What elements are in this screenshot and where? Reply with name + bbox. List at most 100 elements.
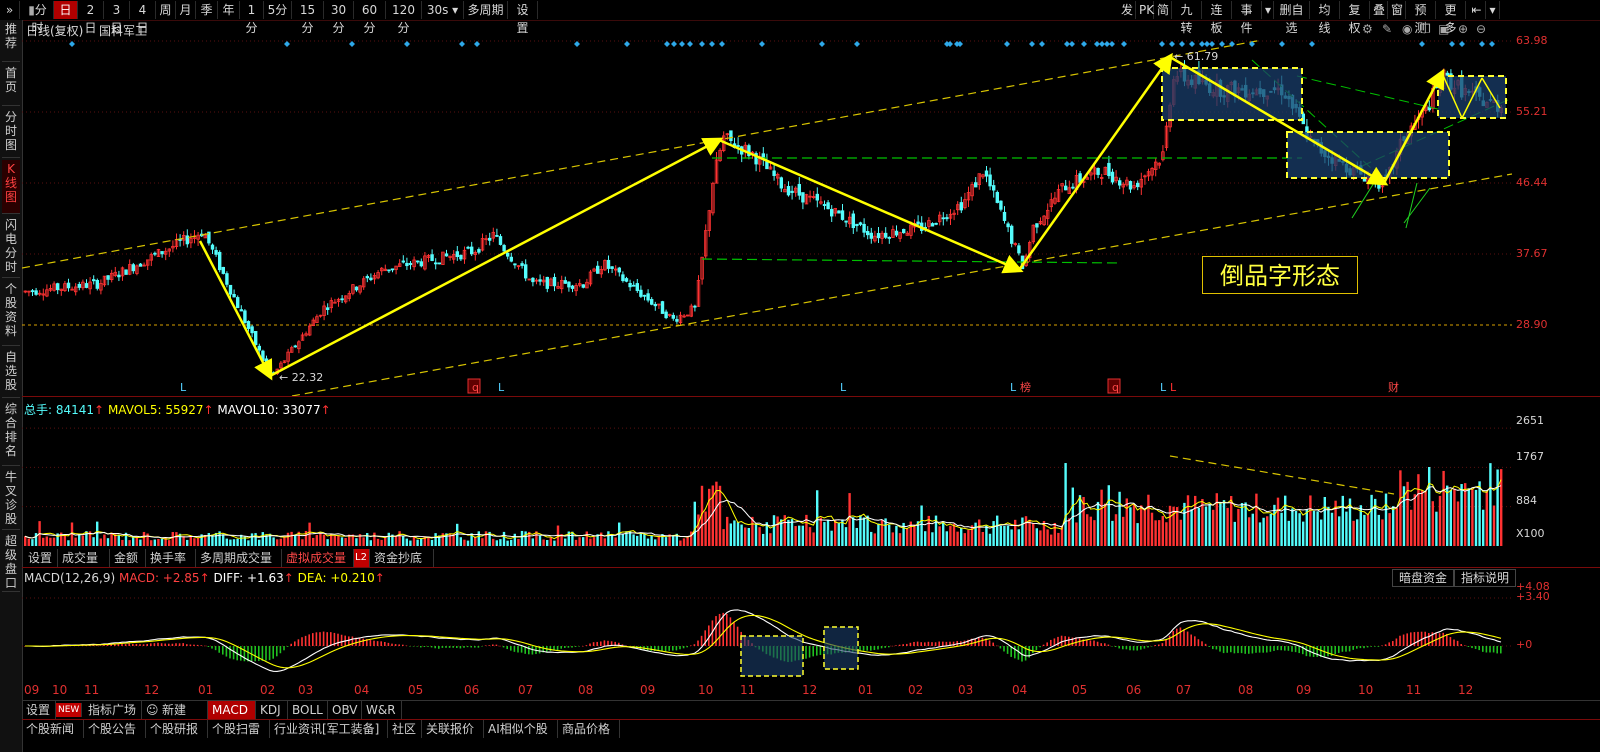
bottom-link[interactable]: 社区 bbox=[388, 720, 422, 738]
toolbar-item[interactable]: 3日 bbox=[104, 1, 130, 35]
zoom-in-icon[interactable]: ⊕ bbox=[1458, 22, 1468, 36]
toolbar-item-right[interactable]: 删自选 bbox=[1274, 1, 1310, 35]
event-marker[interactable]: q bbox=[1112, 381, 1119, 394]
copy-icon[interactable]: ❐ bbox=[1420, 22, 1431, 36]
toolbar-item[interactable]: 30s ▾ bbox=[422, 1, 464, 19]
macd-bar bbox=[682, 646, 685, 649]
toolbar-item[interactable]: 多周期 bbox=[464, 1, 508, 19]
bottom-link[interactable]: 个股公告 bbox=[84, 720, 146, 738]
toolbar-item-right[interactable]: 连板 bbox=[1202, 1, 1232, 35]
eye-icon[interactable]: ◉ bbox=[1402, 22, 1412, 36]
event-marker[interactable]: L bbox=[498, 381, 505, 394]
sidebar-item[interactable]: 分时图 bbox=[2, 108, 20, 158]
volume-tab[interactable]: 虚拟成交量 bbox=[282, 549, 354, 567]
dropdown-arrow-icon[interactable]: ▾ bbox=[1262, 1, 1274, 19]
event-marker[interactable]: L bbox=[1010, 381, 1017, 394]
window-icon[interactable]: ▣ bbox=[1438, 22, 1449, 36]
indicator-tab[interactable]: 新建 bbox=[158, 701, 208, 719]
toolbar-item[interactable]: 设置 bbox=[508, 1, 538, 35]
indicator-tab[interactable]: 设置 bbox=[22, 701, 56, 719]
pen-icon[interactable]: ✎ bbox=[1382, 22, 1392, 36]
bottom-link[interactable]: AI相似个股 bbox=[484, 720, 558, 738]
event-marker[interactable]: L bbox=[180, 381, 187, 394]
toolbar-item[interactable]: 日 bbox=[54, 1, 78, 19]
bottom-link[interactable]: 个股研报 bbox=[146, 720, 208, 738]
sidebar-item[interactable]: 闪电分时 bbox=[2, 216, 20, 278]
bottom-link[interactable]: 个股新闻 bbox=[22, 720, 84, 738]
volume-bars bbox=[24, 463, 1503, 546]
indicator-tab[interactable]: KDJ bbox=[256, 701, 288, 719]
menu-dropdown-icon[interactable]: ▾ bbox=[1486, 1, 1500, 19]
toolbar-item-right[interactable]: 发 bbox=[1118, 1, 1136, 19]
toolbar-item[interactable]: 30分 bbox=[324, 1, 354, 35]
toolbar-item[interactable]: 120分 bbox=[386, 1, 422, 35]
toolbar-item-right[interactable]: PK bbox=[1136, 1, 1154, 19]
event-marker[interactable]: 财 bbox=[1388, 380, 1399, 394]
toolbar-item-right[interactable]: 窗 bbox=[1388, 1, 1406, 19]
toolbar-item[interactable]: 60分 bbox=[354, 1, 386, 35]
toolbar-item[interactable]: 周 bbox=[156, 1, 176, 19]
candle-body bbox=[862, 223, 866, 233]
toolbar-item[interactable]: 5分 bbox=[264, 1, 292, 19]
volume-bar bbox=[1078, 495, 1082, 546]
sidebar-item[interactable]: 个股资料 bbox=[2, 280, 20, 346]
toolbar-item-timeshare[interactable]: ▮分时 bbox=[22, 1, 54, 35]
indicator-tab[interactable]: OBV bbox=[328, 701, 362, 719]
event-marker[interactable]: L bbox=[1160, 381, 1167, 394]
event-marker[interactable]: 榜 bbox=[1020, 380, 1031, 394]
toolbar-item-right[interactable]: 更多 bbox=[1436, 1, 1466, 35]
toolbar-item-right[interactable]: 九转 bbox=[1172, 1, 1202, 35]
toolbar-item-right[interactable]: 预测 bbox=[1406, 1, 1436, 35]
macd-bar bbox=[423, 646, 426, 648]
bottom-link[interactable]: 个股扫雷 bbox=[208, 720, 270, 738]
volume-tab[interactable]: 多周期成交量 bbox=[196, 549, 282, 567]
volume-tab[interactable]: 换手率 bbox=[146, 549, 196, 567]
toolbar-item[interactable]: 2日 bbox=[78, 1, 104, 35]
toolbar-item[interactable]: 年 bbox=[218, 1, 240, 19]
sidebar-item[interactable]: 推荐 bbox=[2, 20, 20, 62]
indicator-tab[interactable]: MACD bbox=[208, 701, 256, 719]
sidebar-item[interactable]: 超级盘口 bbox=[2, 532, 20, 592]
sidebar-item[interactable]: 综合排名 bbox=[2, 400, 20, 466]
back-icon[interactable]: ⇤ bbox=[1468, 1, 1486, 19]
volume-tab[interactable]: 成交量 bbox=[58, 549, 110, 567]
bottom-link[interactable]: 行业资讯[军工装备] bbox=[270, 720, 388, 738]
sidebar-item[interactable]: 首页 bbox=[2, 64, 20, 106]
sidebar-item[interactable]: K线图 bbox=[2, 160, 20, 214]
collapse-icon[interactable]: » bbox=[0, 1, 20, 19]
toolbar-item-right[interactable]: 复权 bbox=[1340, 1, 1370, 35]
bottom-link[interactable]: 商品价格 bbox=[558, 720, 620, 738]
volume-tab[interactable]: 资金抄底 bbox=[370, 549, 434, 567]
event-marker[interactable]: L bbox=[840, 381, 847, 394]
indicator-tab[interactable]: W&R bbox=[362, 701, 402, 719]
toolbar-item-right[interactable]: 均线 bbox=[1310, 1, 1340, 35]
sidebar-item[interactable]: 牛叉诊股 bbox=[2, 468, 20, 530]
indicator-tab[interactable]: 指标广场 bbox=[84, 701, 142, 719]
macd-bar bbox=[556, 646, 559, 650]
indicator-help-button[interactable]: 指标说明 bbox=[1454, 569, 1517, 587]
volume-tab[interactable]: 金额 bbox=[110, 549, 146, 567]
bottom-link[interactable]: 关联报价 bbox=[422, 720, 484, 738]
event-marker[interactable]: L bbox=[1170, 381, 1177, 394]
toolbar-item-right[interactable]: 简 bbox=[1154, 1, 1172, 19]
toolbar-item[interactable]: 15分 bbox=[292, 1, 324, 35]
zoom-out-icon[interactable]: ⊖ bbox=[1476, 22, 1486, 36]
toolbar-item-right[interactable]: 叠 bbox=[1370, 1, 1388, 19]
settings-gear-icon[interactable]: ⚙ bbox=[1362, 22, 1373, 36]
event-marker[interactable]: q bbox=[472, 381, 479, 394]
toolbar-item-right[interactable]: 事件 bbox=[1232, 1, 1262, 35]
candle-body bbox=[124, 269, 128, 275]
toolbar-item[interactable]: 季 bbox=[196, 1, 218, 19]
candle-body bbox=[325, 307, 330, 310]
macd-bar bbox=[189, 644, 192, 646]
macd-bar bbox=[268, 646, 271, 661]
dark-pool-button[interactable]: 暗盘资金 bbox=[1392, 569, 1455, 587]
volume-tab[interactable]: 设置 bbox=[24, 549, 58, 567]
toolbar-item[interactable]: 月 bbox=[176, 1, 196, 19]
toolbar-item[interactable]: 1分 bbox=[240, 1, 264, 35]
toolbar-item[interactable]: 4日 bbox=[130, 1, 156, 35]
indicator-tab[interactable]: BOLL bbox=[288, 701, 328, 719]
chart-header: 日线(复权) 国科军工 bbox=[26, 22, 147, 39]
sidebar-item[interactable]: 自选股 bbox=[2, 348, 20, 398]
month-label: 03 bbox=[958, 683, 974, 697]
